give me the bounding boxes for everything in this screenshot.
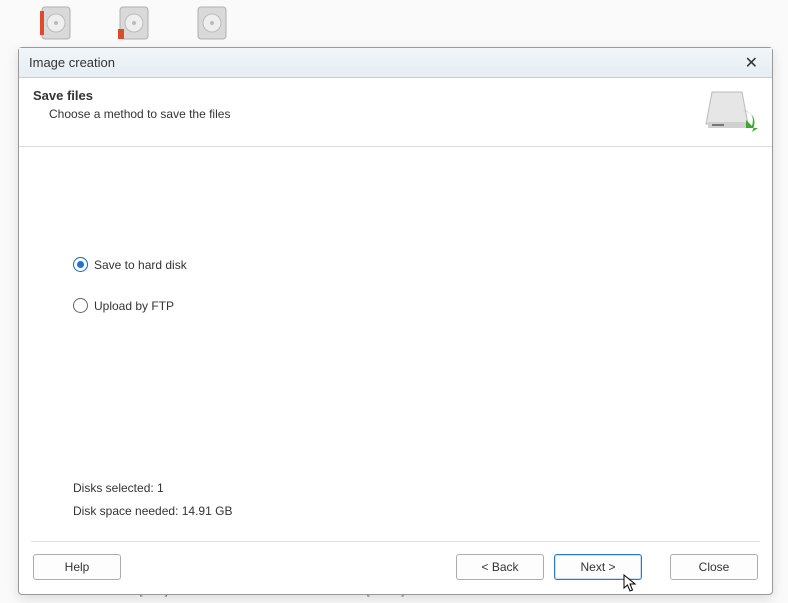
wizard-footer: Help < Back Next > Close bbox=[19, 542, 772, 594]
summary-block: Disks selected: 1 Disk space needed: 14.… bbox=[73, 477, 232, 523]
radio-icon bbox=[73, 298, 88, 313]
drive-icon bbox=[34, 3, 78, 43]
drive-icon bbox=[190, 3, 234, 43]
background-drives bbox=[0, 0, 788, 43]
dialog-title: Image creation bbox=[29, 55, 115, 70]
titlebar: Image creation ✕ bbox=[19, 48, 772, 78]
save-drive-icon bbox=[702, 88, 758, 134]
radio-icon bbox=[73, 257, 88, 272]
page-title: Save files bbox=[33, 88, 702, 103]
wizard-content: Save to hard disk Upload by FTP Disks se… bbox=[19, 147, 772, 541]
disks-selected-row: Disks selected: 1 bbox=[73, 477, 232, 500]
wizard-header: Save files Choose a method to save the f… bbox=[19, 78, 772, 147]
next-button[interactable]: Next > bbox=[554, 554, 642, 580]
disk-space-row: Disk space needed: 14.91 GB bbox=[73, 500, 232, 523]
back-button[interactable]: < Back bbox=[456, 554, 544, 580]
option-save-hard-disk[interactable]: Save to hard disk bbox=[73, 257, 718, 272]
close-icon[interactable]: ✕ bbox=[739, 53, 764, 73]
option-label: Save to hard disk bbox=[94, 258, 187, 272]
option-label: Upload by FTP bbox=[94, 299, 174, 313]
option-upload-ftp[interactable]: Upload by FTP bbox=[73, 298, 718, 313]
close-button[interactable]: Close bbox=[670, 554, 758, 580]
drive-icon bbox=[112, 3, 156, 43]
help-button[interactable]: Help bbox=[33, 554, 121, 580]
page-subtitle: Choose a method to save the files bbox=[33, 107, 702, 121]
image-creation-dialog: Image creation ✕ Save files Choose a met… bbox=[18, 47, 773, 595]
